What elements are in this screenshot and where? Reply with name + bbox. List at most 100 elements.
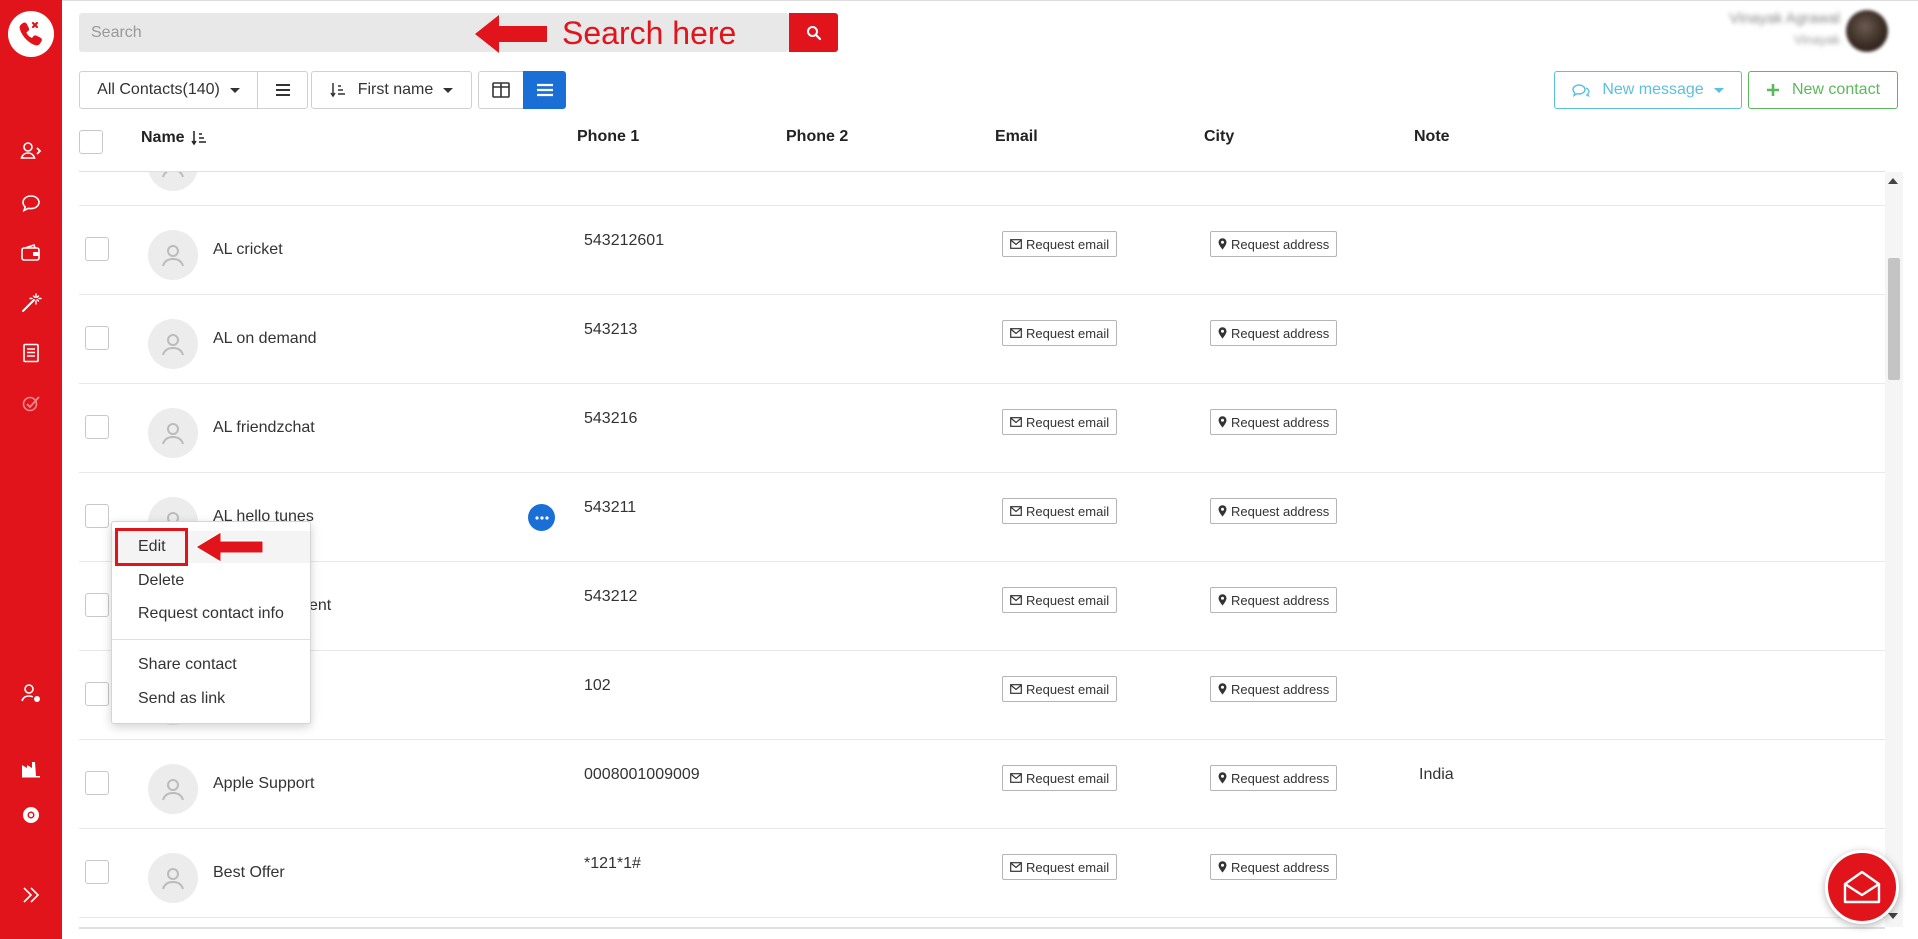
split-view-icon <box>492 82 510 98</box>
request-email-button[interactable]: Request email <box>1002 498 1118 524</box>
request-email-button[interactable]: Request email <box>1002 231 1118 257</box>
scrollbar-thumb[interactable] <box>1888 258 1900 380</box>
row-checkbox[interactable] <box>85 682 109 706</box>
request-email-button[interactable]: Request email <box>1002 587 1118 613</box>
contacts-filter-dropdown[interactable]: All Contacts(140) <box>79 71 258 109</box>
request-address-button[interactable]: Request address <box>1210 854 1338 880</box>
map-marker-icon <box>1218 683 1227 695</box>
factory-icon[interactable] <box>0 748 62 788</box>
request-email-button[interactable]: Request email <box>1002 854 1118 880</box>
sort-icon <box>330 83 345 98</box>
contacts-filter-label: All Contacts(140) <box>97 81 220 98</box>
select-all-checkbox[interactable] <box>79 130 103 154</box>
contact-name[interactable]: Best Offer <box>213 864 285 882</box>
request-address-button[interactable]: Request address <box>1210 498 1338 524</box>
request-address-button[interactable]: Request address <box>1210 676 1338 702</box>
contact-name[interactable]: AL friendzchat <box>213 419 315 437</box>
column-header-phone1[interactable]: Phone 1 <box>577 128 639 146</box>
avatar[interactable] <box>1846 10 1888 52</box>
table-row[interactable]: 102 Request email Request address <box>79 651 1885 740</box>
avatar <box>148 408 198 458</box>
row-actions-button[interactable] <box>528 504 555 531</box>
avatar <box>148 172 198 191</box>
request-address-button[interactable]: Request address <box>1210 409 1338 435</box>
request-address-label: Request address <box>1231 770 1330 786</box>
map-marker-icon <box>1218 505 1227 517</box>
sort-dropdown[interactable]: First name <box>311 71 472 109</box>
new-message-button[interactable]: New message <box>1554 71 1742 109</box>
envelope-open-icon <box>1843 870 1881 904</box>
app-window: Search here Vinayak Agrawal Vinayak All … <box>0 0 1918 939</box>
row-checkbox[interactable] <box>85 326 109 350</box>
menu-item-delete[interactable]: Delete <box>112 565 310 597</box>
chrome-icon[interactable] <box>0 795 62 835</box>
row-checkbox[interactable] <box>85 237 109 261</box>
table-row[interactable]: AL friendzchat 543216 Request email Requ… <box>79 384 1885 473</box>
map-marker-icon <box>1218 416 1227 428</box>
row-checkbox[interactable] <box>85 415 109 439</box>
column-header-email[interactable]: Email <box>995 128 1038 146</box>
list-icon <box>275 84 290 96</box>
row-checkbox[interactable] <box>85 860 109 884</box>
request-email-button[interactable]: Request email <box>1002 409 1118 435</box>
request-address-button[interactable]: Request address <box>1210 587 1338 613</box>
table-row[interactable]: Apple Support 0008001009009 Request emai… <box>79 740 1885 829</box>
column-header-phone2[interactable]: Phone 2 <box>786 128 848 146</box>
menu-item-send-as-link[interactable]: Send as link <box>112 683 310 715</box>
ellipsis-icon <box>534 515 549 520</box>
table-row[interactable]: Request email Request address <box>79 172 1885 206</box>
user-avatar-icon <box>162 423 184 445</box>
request-email-button[interactable]: Request email <box>1002 320 1118 346</box>
double-chevron-right-icon[interactable] <box>0 875 62 915</box>
request-address-button[interactable]: Request address <box>1210 765 1338 791</box>
column-header-city[interactable]: City <box>1204 128 1234 146</box>
row-checkbox[interactable] <box>85 504 109 528</box>
new-contact-button[interactable]: New contact <box>1748 71 1898 109</box>
table-row[interactable]: AL on demand 543213 Request email Reques… <box>79 295 1885 384</box>
scroll-down-arrow[interactable] <box>1888 913 1898 919</box>
contact-name[interactable]: ent <box>309 597 331 615</box>
request-address-button[interactable]: Request address <box>1210 320 1338 346</box>
row-checkbox[interactable] <box>85 593 109 617</box>
compose-message-button[interactable] <box>1825 850 1899 924</box>
magic-wand-icon[interactable] <box>0 283 62 323</box>
request-address-label: Request address <box>1231 503 1330 519</box>
list-options-button[interactable] <box>257 71 308 109</box>
chat-icon[interactable] <box>0 183 62 223</box>
table-row[interactable]: AL cricket 543212601 Request email Reque… <box>79 206 1885 295</box>
request-address-button[interactable]: Request address <box>1210 231 1338 257</box>
avatar <box>148 764 198 814</box>
scroll-up-arrow[interactable] <box>1888 178 1898 184</box>
map-marker-icon <box>1218 594 1227 606</box>
column-header-name[interactable]: Name <box>141 129 207 147</box>
user-menu[interactable]: Vinayak Agrawal Vinayak <box>1700 6 1918 56</box>
document-icon[interactable] <box>0 333 62 373</box>
avatar <box>148 853 198 903</box>
menu-item-share-contact[interactable]: Share contact <box>112 649 310 681</box>
phone-logo-icon[interactable] <box>8 11 54 57</box>
request-email-button[interactable]: Request email <box>1002 765 1118 791</box>
contacts-table-body: Request email Request address AL cricket… <box>79 172 1885 927</box>
request-email-label: Request email <box>1026 859 1110 875</box>
table-row[interactable]: Best Offer *121*1# Request email Request… <box>79 829 1885 918</box>
split-view-button[interactable] <box>478 71 524 109</box>
request-email-button[interactable]: Request email <box>1002 676 1118 702</box>
table-row[interactable]: AL hello tunes 543211 Request email Requ… <box>79 473 1885 562</box>
table-row[interactable]: ent 543212 Request email Request address <box>79 562 1885 651</box>
contact-name[interactable]: Apple Support <box>213 775 314 793</box>
menu-item-request-contact-info[interactable]: Request contact info <box>112 598 310 630</box>
user-avatar-icon <box>162 172 184 178</box>
contact-name[interactable]: AL cricket <box>213 241 283 259</box>
table-view-button[interactable] <box>523 71 566 109</box>
contact-phone1: 543212601 <box>584 232 665 249</box>
envelope-icon <box>1010 506 1022 516</box>
row-checkbox[interactable] <box>85 771 109 795</box>
menu-item-edit[interactable]: Edit <box>112 531 310 563</box>
user-settings-icon[interactable] <box>0 673 62 713</box>
envelope-icon <box>1010 595 1022 605</box>
contact-name[interactable]: AL on demand <box>213 330 316 348</box>
wallet-icon[interactable] <box>0 233 62 273</box>
column-header-note[interactable]: Note <box>1414 128 1450 146</box>
check-icon[interactable] <box>0 383 62 423</box>
contacts-icon[interactable] <box>0 131 62 171</box>
